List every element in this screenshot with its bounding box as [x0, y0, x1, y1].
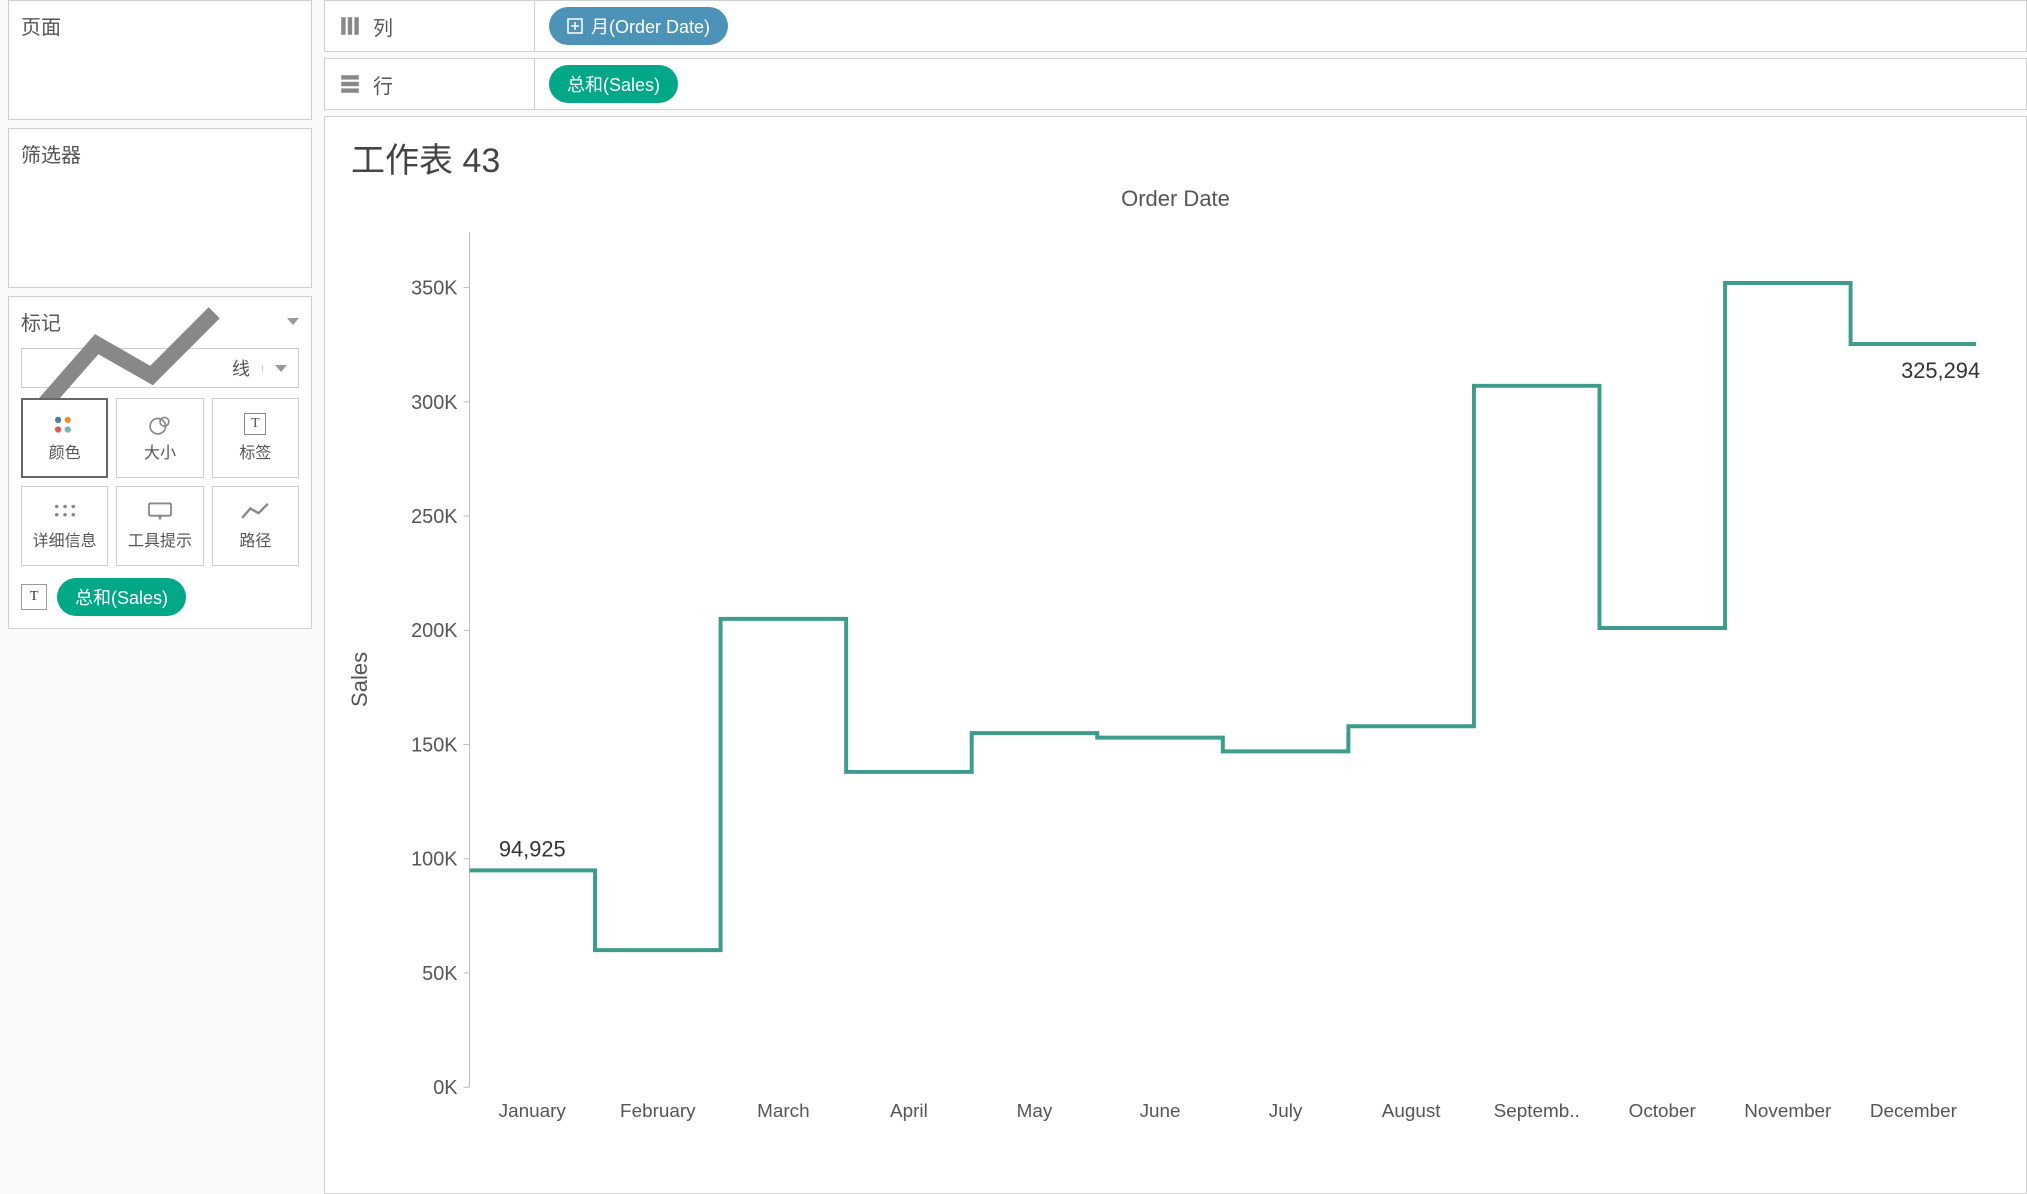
chart-canvas[interactable]: 0K 50K 100K 150K 200K 250K 300K 350K January Febr…	[375, 222, 2006, 1137]
mark-type-dropdown[interactable]: 线	[21, 348, 299, 388]
marks-card: 标记 线 颜色	[8, 296, 312, 629]
label-icon: T	[21, 584, 47, 610]
columns-shelf[interactable]: 列 月(Order Date)	[324, 0, 2027, 52]
svg-text:December: December	[1870, 1101, 1957, 1122]
chevron-down-icon[interactable]	[287, 318, 299, 325]
svg-text:350K: 350K	[411, 278, 458, 300]
svg-text:200K: 200K	[411, 620, 458, 642]
marks-color-button[interactable]: 颜色	[21, 398, 108, 478]
columns-icon	[339, 15, 361, 37]
chart-axis-title-top: Order Date	[345, 186, 2006, 212]
svg-text:94,925: 94,925	[499, 836, 566, 861]
svg-text:July: July	[1269, 1101, 1303, 1122]
svg-text:50K: 50K	[422, 963, 458, 985]
marks-tooltip-button[interactable]: 工具提示	[116, 486, 203, 566]
pages-label: 页面	[9, 1, 311, 50]
chevron-down-icon	[275, 365, 287, 372]
rows-pill-sales[interactable]: 总和(Sales)	[549, 65, 678, 103]
columns-pill-order-date[interactable]: 月(Order Date)	[549, 7, 728, 45]
svg-text:0K: 0K	[433, 1077, 458, 1099]
svg-text:April: April	[890, 1101, 928, 1122]
svg-text:100K: 100K	[411, 849, 458, 871]
marks-detail-button[interactable]: 详细信息	[21, 486, 108, 566]
columns-label: 列	[373, 12, 393, 41]
svg-text:150K: 150K	[411, 734, 458, 756]
sheet-title[interactable]: 工作表 43	[351, 133, 2006, 182]
label-pill-sales[interactable]: 总和(Sales)	[57, 578, 186, 616]
svg-text:November: November	[1744, 1101, 1831, 1122]
svg-text:Septemb..: Septemb..	[1494, 1101, 1580, 1122]
svg-text:250K: 250K	[411, 506, 458, 528]
marks-path-button[interactable]: 路径	[212, 486, 299, 566]
marks-label-button[interactable]: T 标签	[212, 398, 299, 478]
svg-text:325,294: 325,294	[1901, 358, 1980, 383]
marks-size-button[interactable]: 大小	[116, 398, 203, 478]
filters-shelf[interactable]: 筛选器	[8, 128, 312, 288]
y-axis-label: Sales	[345, 222, 375, 1137]
svg-text:January: January	[499, 1101, 567, 1122]
svg-text:February: February	[620, 1101, 696, 1122]
plus-box-icon	[567, 18, 583, 34]
svg-text:300K: 300K	[411, 392, 458, 414]
mark-type-label: 线	[232, 355, 250, 381]
filters-label: 筛选器	[9, 129, 311, 178]
svg-text:June: June	[1140, 1101, 1181, 1122]
svg-text:March: March	[757, 1101, 809, 1122]
rows-icon	[339, 73, 361, 95]
svg-text:May: May	[1017, 1101, 1053, 1122]
rows-shelf[interactable]: 行 总和(Sales)	[324, 58, 2027, 110]
pages-shelf[interactable]: 页面	[8, 0, 312, 120]
rows-label: 行	[373, 70, 393, 99]
svg-text:October: October	[1629, 1101, 1696, 1122]
visualization-area[interactable]: 工作表 43 Order Date Sales 0K 50K 100K 150K 200…	[324, 116, 2027, 1194]
svg-text:August: August	[1382, 1101, 1442, 1122]
